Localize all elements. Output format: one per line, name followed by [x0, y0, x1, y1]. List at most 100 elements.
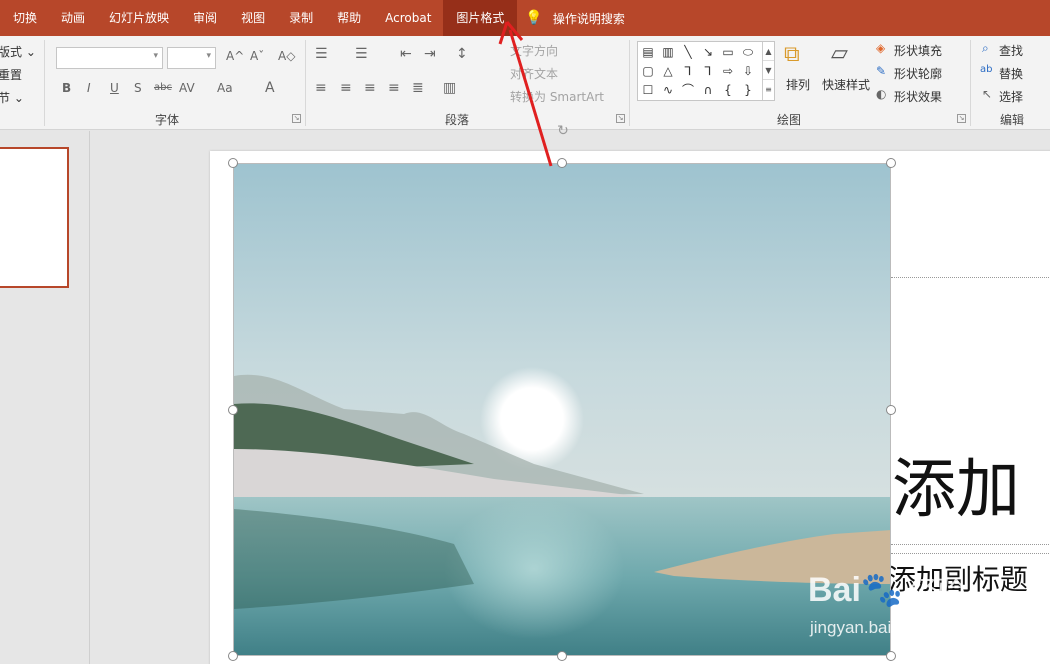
gallery-more-icon[interactable]: ≡: [763, 80, 774, 99]
tab-picture-format[interactable]: 图片格式: [443, 0, 518, 36]
text-direction-button[interactable]: 文字方向: [510, 42, 558, 59]
elbow-connector-shape-icon[interactable]: ⅂: [680, 63, 696, 79]
slide-thumbnail[interactable]: [0, 147, 69, 288]
shape-outline-icon[interactable]: ✎: [876, 64, 886, 78]
tab-help[interactable]: 帮助: [325, 0, 373, 36]
select-button[interactable]: 选择: [999, 88, 1023, 105]
scroll-up-icon[interactable]: ▲: [763, 42, 774, 61]
arrange-icon[interactable]: ⧉: [784, 42, 800, 67]
find-icon[interactable]: ⌕: [982, 41, 989, 56]
font-dialog-launcher[interactable]: ↘: [292, 114, 301, 123]
line-shape-icon[interactable]: ╲: [680, 44, 696, 60]
line-spacing-icon[interactable]: ↕: [456, 46, 468, 62]
right-brace-shape-icon[interactable]: }: [740, 82, 756, 98]
shapes-gallery[interactable]: ▤ ▥ ╲ ↘ ▭ ⬭ ▢ △ ⅂ ⅂ ⇨ ⇩ ☐ ∿ ⌒ ∩ { } ▲ ▼ …: [637, 41, 775, 101]
italic-button[interactable]: I: [87, 81, 91, 95]
clear-format-button[interactable]: A◇: [278, 49, 295, 63]
quick-styles-icon[interactable]: ▱: [831, 41, 848, 66]
right-arrow-shape-icon[interactable]: ⇨: [720, 63, 736, 79]
freeform-shape-icon[interactable]: ☐: [640, 82, 656, 98]
select-icon[interactable]: ↖: [982, 87, 992, 101]
slide-title[interactable]: 添加: [892, 438, 1020, 530]
shadow-button[interactable]: S: [134, 81, 142, 95]
tab-review[interactable]: 审阅: [181, 0, 229, 36]
tab-acrobat[interactable]: Acrobat: [373, 0, 443, 36]
shape-effects-button[interactable]: 形状效果: [894, 88, 942, 105]
watermark-brand-cn: 经验: [909, 575, 966, 608]
drawing-dialog-launcher[interactable]: ↘: [957, 114, 966, 123]
triangle-shape-icon[interactable]: △: [660, 63, 676, 79]
elbow-arrow-shape-icon[interactable]: ⅂: [700, 63, 716, 79]
curve-shape-icon[interactable]: ∿: [660, 82, 676, 98]
scroll-down-icon[interactable]: ▼: [763, 61, 774, 80]
rectangle-shape-icon[interactable]: ▭: [720, 44, 736, 60]
shrink-font-button[interactable]: Aˇ: [250, 49, 264, 63]
resize-handle-left[interactable]: [228, 405, 238, 415]
char-spacing-button[interactable]: AV: [179, 81, 195, 95]
tab-transitions[interactable]: 切换: [0, 0, 49, 36]
justify-icon[interactable]: ≡: [388, 80, 400, 96]
shape-effects-icon[interactable]: ◐: [876, 87, 886, 101]
section-button[interactable]: 节 ⌄: [0, 89, 24, 106]
tell-me-search[interactable]: 操作说明搜索: [553, 10, 625, 27]
oval-shape-icon[interactable]: ⬭: [740, 44, 756, 60]
rotate-handle-icon[interactable]: ↻: [553, 123, 573, 139]
tab-slideshow[interactable]: 幻灯片放映: [97, 0, 181, 36]
down-arrow-shape-icon[interactable]: ⇩: [740, 63, 756, 79]
replace-icon[interactable]: ab: [980, 64, 992, 75]
font-group-label: 字体: [154, 113, 179, 127]
resize-handle-bottom-right[interactable]: [886, 651, 896, 661]
resize-handle-right[interactable]: [886, 405, 896, 415]
find-button[interactable]: 查找: [999, 42, 1023, 59]
align-left-icon[interactable]: ≡: [315, 80, 327, 96]
arc-shape-icon[interactable]: ⌒: [680, 82, 696, 98]
ribbon: 版式 ⌄ 重置 节 ⌄ ▾ ▾ A^ Aˇ A◇ B I U S abc AV …: [0, 36, 1050, 130]
font-size-combo[interactable]: ▾: [167, 47, 216, 69]
paragraph-group-label: 段落: [444, 113, 469, 127]
gallery-scrollbar[interactable]: ▲ ▼ ≡: [762, 42, 774, 100]
tab-record[interactable]: 录制: [277, 0, 325, 36]
vertical-textbox-shape-icon[interactable]: ▥: [660, 44, 676, 60]
resize-handle-bottom-left[interactable]: [228, 651, 238, 661]
tab-animations[interactable]: 动画: [49, 0, 97, 36]
numbering-icon[interactable]: ☰: [355, 46, 368, 62]
rounded-rect-shape-icon[interactable]: ▢: [640, 63, 656, 79]
shape-fill-button[interactable]: 形状填充: [894, 42, 942, 59]
arrow-line-shape-icon[interactable]: ↘: [700, 44, 716, 60]
grow-font-button[interactable]: A^: [226, 49, 244, 63]
strikethrough-button[interactable]: abc: [154, 82, 172, 93]
resize-handle-top[interactable]: [557, 158, 567, 168]
shape-fill-icon[interactable]: ◈: [876, 41, 885, 55]
columns-icon[interactable]: ▥: [443, 80, 456, 96]
landscape-picture[interactable]: [233, 163, 891, 656]
reset-button[interactable]: 重置: [0, 66, 22, 83]
resize-handle-bottom[interactable]: [557, 651, 567, 661]
distributed-icon[interactable]: ≣: [412, 80, 424, 96]
paragraph-dialog-launcher[interactable]: ↘: [616, 114, 625, 123]
decrease-indent-icon[interactable]: ⇤: [400, 46, 412, 62]
shape-outline-button[interactable]: 形状轮廓: [894, 65, 942, 82]
replace-button[interactable]: 替换: [999, 65, 1023, 82]
convert-smartart-button[interactable]: 转换为 SmartArt: [510, 88, 604, 105]
align-right-icon[interactable]: ≡: [364, 80, 376, 96]
textbox-shape-icon[interactable]: ▤: [640, 44, 656, 60]
change-case-button[interactable]: Aa: [217, 81, 233, 95]
align-text-button[interactable]: 对齐文本: [510, 65, 558, 82]
tab-view[interactable]: 视图: [229, 0, 277, 36]
arrange-button[interactable]: 排列: [786, 76, 810, 93]
resize-handle-top-right[interactable]: [886, 158, 896, 168]
wave-shape-icon[interactable]: ∩: [700, 82, 716, 98]
font-color-button[interactable]: A: [265, 80, 275, 96]
resize-handle-top-left[interactable]: [228, 158, 238, 168]
drawing-group-label: 绘图: [776, 113, 801, 127]
layout-button[interactable]: 版式 ⌄: [0, 43, 36, 60]
align-center-icon[interactable]: ≡: [340, 80, 352, 96]
bullets-icon[interactable]: ☰: [315, 46, 328, 62]
left-brace-shape-icon[interactable]: {: [720, 82, 736, 98]
font-name-combo[interactable]: ▾: [56, 47, 163, 69]
increase-indent-icon[interactable]: ⇥: [424, 46, 436, 62]
subtitle-placeholder[interactable]: [891, 553, 1050, 554]
underline-button[interactable]: U: [110, 81, 119, 95]
quick-styles-button[interactable]: 快速样式: [822, 76, 870, 93]
bold-button[interactable]: B: [62, 81, 71, 95]
